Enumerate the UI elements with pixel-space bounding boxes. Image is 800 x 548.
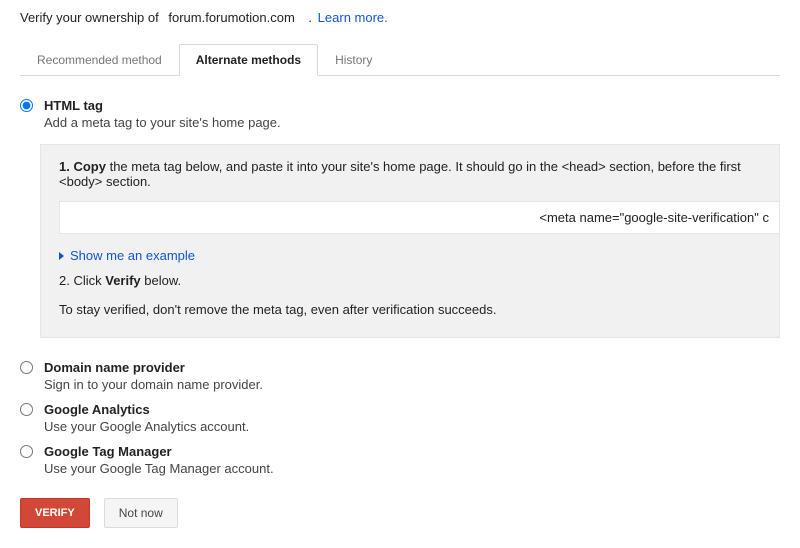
verify-button[interactable]: VERIFY (20, 498, 90, 528)
step2-text: 2. Click Verify below. (59, 273, 763, 288)
option-google-tag-manager-desc: Use your Google Tag Manager account. (44, 461, 780, 476)
dot: . (308, 10, 312, 25)
option-domain-provider-title: Domain name provider (44, 360, 780, 375)
step1-copy-bold: 1. Copy (59, 159, 106, 174)
tab-history[interactable]: History (318, 44, 389, 76)
page-container: Verify your ownership of forum.forumotio… (0, 0, 800, 548)
radio-google-analytics[interactable] (20, 403, 33, 416)
step1-text: 1. Copy the meta tag below, and paste it… (59, 159, 763, 189)
radio-html-tag[interactable] (20, 99, 33, 112)
learn-more-link[interactable]: Learn more. (318, 10, 388, 25)
option-domain-provider: Domain name provider Sign in to your dom… (20, 360, 780, 392)
domain-text: forum.forumotion.com (168, 10, 294, 25)
step2-suffix: below. (141, 273, 181, 288)
option-html-tag: HTML tag Add a meta tag to your site's h… (20, 98, 780, 130)
triangle-right-icon (59, 252, 64, 260)
radio-google-tag-manager[interactable] (20, 445, 33, 458)
option-google-analytics-title: Google Analytics (44, 402, 780, 417)
option-html-tag-desc: Add a meta tag to your site's home page. (44, 115, 780, 130)
option-html-tag-title: HTML tag (44, 98, 780, 113)
header-line: Verify your ownership of forum.forumotio… (20, 10, 780, 25)
option-google-analytics: Google Analytics Use your Google Analyti… (20, 402, 780, 434)
show-example-text: Show me an example (70, 248, 195, 263)
step2-prefix: 2. Click (59, 273, 105, 288)
radio-domain-provider[interactable] (20, 361, 33, 374)
instructions-box: 1. Copy the meta tag below, and paste it… (40, 144, 780, 338)
tab-bar: Recommended method Alternate methods His… (20, 43, 780, 76)
step2-verify-bold: Verify (105, 273, 140, 288)
option-google-tag-manager-title: Google Tag Manager (44, 444, 780, 459)
tab-recommended-method[interactable]: Recommended method (20, 44, 179, 76)
verify-ownership-text: Verify your ownership of (20, 10, 159, 25)
option-google-tag-manager: Google Tag Manager Use your Google Tag M… (20, 444, 780, 476)
meta-tag-box[interactable]: <meta name="google-site-verification" c (59, 201, 780, 234)
option-domain-provider-desc: Sign in to your domain name provider. (44, 377, 780, 392)
not-now-button[interactable]: Not now (104, 498, 178, 528)
tab-alternate-methods[interactable]: Alternate methods (179, 44, 318, 76)
button-row: VERIFY Not now (20, 498, 780, 528)
stay-verified-text: To stay verified, don't remove the meta … (59, 302, 763, 317)
option-google-analytics-desc: Use your Google Analytics account. (44, 419, 780, 434)
step1-rest: the meta tag below, and paste it into yo… (59, 159, 741, 189)
show-example-link[interactable]: Show me an example (59, 248, 763, 263)
